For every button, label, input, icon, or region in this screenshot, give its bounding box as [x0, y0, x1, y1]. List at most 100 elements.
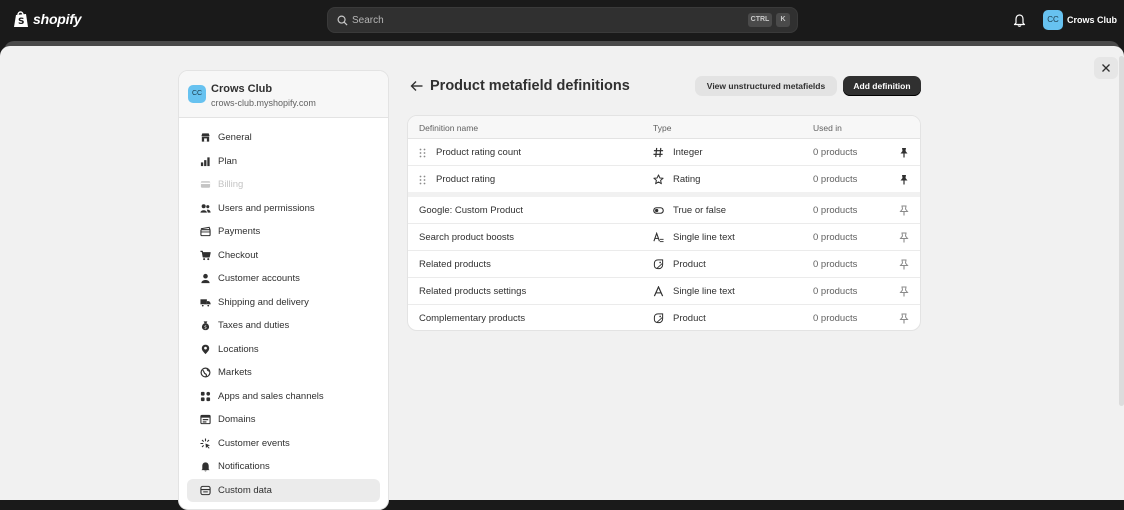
table-row[interactable]: Google: Custom Product True or false 0 pro… — [408, 197, 920, 224]
tax-bag-icon: $ — [201, 321, 210, 331]
definition-name: Complementary products — [419, 313, 526, 324]
sidebar-item-apps-and-sales-channels[interactable]: Apps and sales channels — [187, 385, 380, 409]
unpinned-icon[interactable] — [899, 313, 909, 324]
definition-used-in: 0 products — [813, 232, 858, 243]
sidebar-item-taxes-and-duties[interactable]: $ Taxes and duties — [187, 314, 380, 338]
column-header-used-in: Used in — [813, 123, 842, 133]
definition-used-in: 0 products — [813, 147, 858, 158]
settings-sheet: CC Crows Club crows-club.myshopify.com G… — [0, 46, 1124, 510]
sidebar-item-label: Shipping and delivery — [218, 296, 309, 308]
table-row[interactable]: Related products Product 0 products — [408, 251, 920, 278]
sidebar-item-label: Apps and sales channels — [218, 390, 324, 402]
table-header: Definition name Type Used in — [408, 116, 920, 139]
globe-icon — [200, 367, 211, 378]
definition-name: Related products — [419, 259, 491, 270]
store-icon — [201, 133, 210, 142]
unpinned-icon[interactable] — [899, 259, 909, 270]
sidebar-item-label: Users and permissions — [218, 202, 315, 214]
sidebar-item-payments[interactable]: Payments — [187, 220, 380, 244]
bell-icon — [201, 462, 210, 472]
definition-used-in: 0 products — [813, 313, 858, 324]
store-name: Crows Club — [1067, 15, 1118, 25]
table-row[interactable]: Search product boosts Single line text 0 p… — [408, 224, 920, 251]
scrollbar[interactable] — [1119, 56, 1124, 406]
definition-used-in: 0 products — [813, 174, 858, 185]
unpinned-icon[interactable] — [899, 286, 909, 297]
definition-type: Single line text — [673, 286, 735, 297]
search-icon — [337, 15, 348, 26]
sidebar-item-label: Checkout — [218, 249, 259, 261]
sidebar-item-label: Locations — [218, 343, 259, 355]
drag-handle-icon[interactable] — [419, 175, 426, 185]
toggle-icon — [653, 207, 664, 214]
store-switcher[interactable]: CC Crows Club — [1043, 10, 1117, 30]
sidebar-item-notifications[interactable]: Notifications — [187, 455, 380, 479]
shopify-bag-icon: S — [14, 11, 28, 27]
sidebar-item-locations[interactable]: Locations — [187, 338, 380, 362]
sidebar-store-avatar: CC — [188, 85, 206, 103]
table-row[interactable]: Complementary products Product 0 products — [408, 305, 920, 330]
view-unstructured-metafields-button[interactable]: View unstructured metafields — [695, 76, 837, 96]
back-arrow-icon[interactable] — [410, 80, 424, 92]
sidebar-item-domains[interactable]: Domains — [187, 408, 380, 432]
sidebar-item-general[interactable]: General — [187, 126, 380, 150]
definition-used-in: 0 products — [813, 205, 858, 216]
sidebar-item-markets[interactable]: Markets — [187, 361, 380, 385]
unpinned-icon[interactable] — [899, 232, 909, 243]
shortcut-k-key: K — [776, 13, 790, 27]
page-header: Product metafield definitions View unstr… — [410, 76, 922, 98]
custom-data-icon — [200, 485, 211, 495]
sidebar-store-header[interactable]: CC Crows Club crows-club.myshopify.com — [179, 71, 388, 118]
search-bar[interactable]: Search CTRL K — [327, 7, 798, 33]
top-bar: S shopify Search CTRL K CC Crows Club — [0, 0, 1124, 41]
close-icon — [1102, 64, 1110, 72]
star-icon — [653, 174, 664, 185]
sidebar-item-customer-events[interactable]: Customer events — [187, 432, 380, 456]
text-list-icon — [653, 232, 664, 243]
hash-icon — [653, 147, 664, 158]
svg-text:S: S — [18, 17, 24, 27]
definition-name: Google: Custom Product — [419, 205, 524, 216]
pinned-icon[interactable] — [899, 147, 909, 158]
sidebar-item-label: Plan — [218, 155, 238, 167]
notifications-bell-icon[interactable] — [1013, 13, 1026, 27]
text-icon — [653, 286, 664, 297]
product-tag-icon — [653, 313, 664, 324]
table-row[interactable]: Related products settings Single line tex… — [408, 278, 920, 305]
sidebar-item-label: Markets — [218, 367, 252, 379]
drag-handle-icon[interactable] — [419, 148, 426, 158]
sidebar-item-shipping-and-delivery[interactable]: Shipping and delivery — [187, 291, 380, 315]
person-icon — [201, 274, 210, 284]
table-body: Product rating count Integer 0 products Pr… — [408, 139, 920, 330]
add-definition-button[interactable]: Add definition — [843, 76, 921, 96]
definition-type: Integer — [673, 147, 703, 158]
sidebar-item-plan[interactable]: Plan — [187, 150, 380, 174]
pinned-icon[interactable] — [899, 174, 909, 185]
definition-type: Single line text — [673, 232, 735, 243]
table-row[interactable]: Product rating count Integer 0 products — [408, 139, 920, 166]
definition-used-in: 0 products — [813, 286, 858, 297]
definitions-table: Definition name Type Used in Product rat… — [407, 115, 921, 331]
sidebar-item-checkout[interactable]: Checkout — [187, 244, 380, 268]
shopify-logo[interactable]: S shopify — [13, 10, 82, 28]
truck-icon — [200, 299, 211, 307]
logo-wordmark: shopify — [33, 11, 82, 27]
sparkle-icon — [200, 438, 211, 449]
definition-type: Product — [673, 259, 706, 270]
svg-text:$: $ — [204, 325, 207, 331]
users-icon — [200, 203, 211, 213]
column-header-name: Definition name — [419, 123, 479, 133]
sidebar-item-label: Customer events — [218, 437, 290, 449]
sidebar-item-users-and-permissions[interactable]: Users and permissions — [187, 197, 380, 221]
sidebar-item-label: Payments — [218, 226, 261, 238]
sidebar-store-name: Crows Club — [211, 83, 273, 95]
table-row[interactable]: Product rating Rating 0 products — [408, 166, 920, 197]
definition-name: Related products settings — [419, 286, 527, 297]
billing-icon — [200, 181, 211, 188]
sidebar-item-label: Customer accounts — [218, 273, 300, 285]
product-tag-icon — [653, 259, 664, 270]
unpinned-icon[interactable] — [899, 205, 909, 216]
sidebar-item-customer-accounts[interactable]: Customer accounts — [187, 267, 380, 291]
sidebar-item-custom-data[interactable]: Custom data — [187, 478, 380, 502]
close-settings-button[interactable] — [1094, 57, 1118, 79]
